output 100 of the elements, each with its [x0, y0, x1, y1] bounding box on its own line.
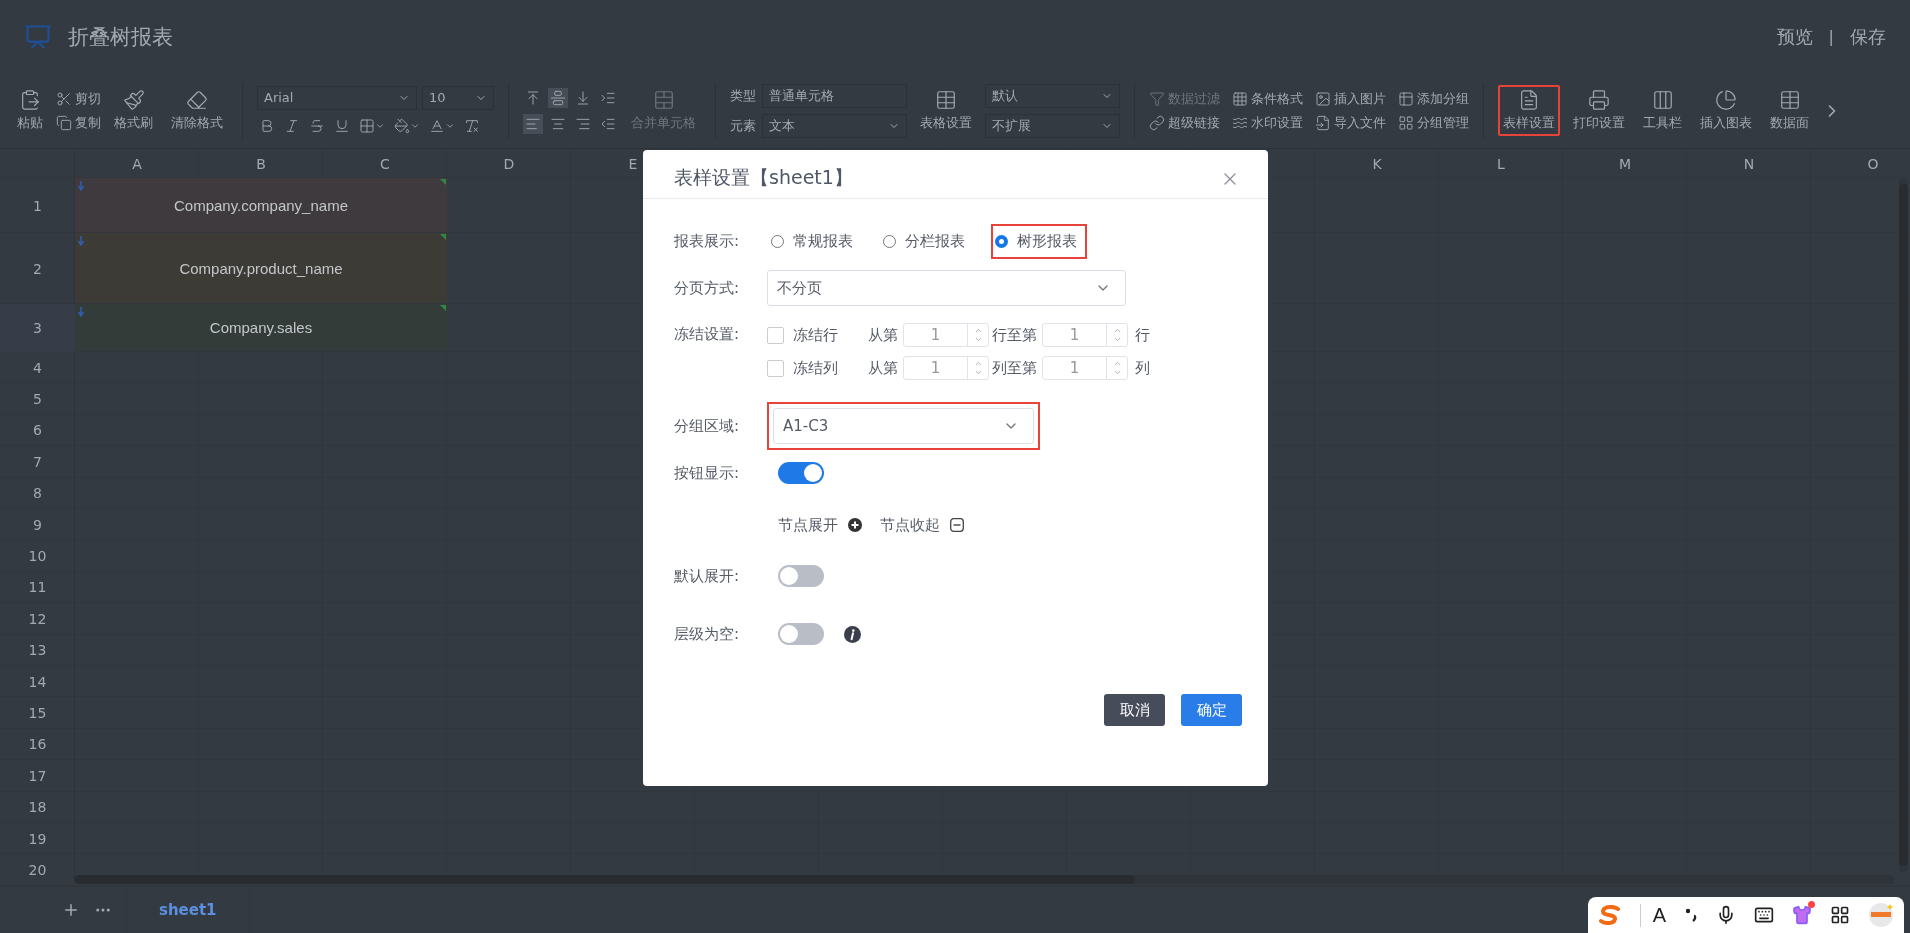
- number-field[interactable]: 1: [1042, 356, 1128, 380]
- row-header[interactable]: 19: [0, 822, 75, 855]
- paging-select[interactable]: 不分页: [767, 270, 1126, 306]
- format-painter-button[interactable]: 格式刷: [109, 85, 158, 136]
- column-header[interactable]: L: [1439, 149, 1563, 178]
- field-label: 列: [1135, 358, 1150, 378]
- grid-icon: [1232, 90, 1248, 107]
- link-icon: [1149, 114, 1165, 131]
- font-size-select[interactable]: 10: [422, 85, 494, 110]
- number-field[interactable]: 1: [903, 356, 989, 380]
- column-header[interactable]: M: [1563, 149, 1687, 178]
- keyboard-icon[interactable]: [1754, 905, 1774, 925]
- table-icon: [935, 89, 957, 111]
- s-logo-icon[interactable]: [1597, 905, 1622, 925]
- columns-icon: [1651, 89, 1674, 111]
- row-header[interactable]: 16: [0, 728, 75, 761]
- column-header[interactable]: N: [1687, 149, 1811, 178]
- file-import-tool-button[interactable]: 导入文件: [1315, 113, 1386, 132]
- row-header[interactable]: 11: [0, 571, 75, 604]
- add-icon[interactable]: [62, 901, 80, 919]
- minus-square-icon: [950, 518, 964, 532]
- grid-tool-button[interactable]: 分组管理: [1398, 113, 1469, 132]
- font-family-select[interactable]: Arial: [257, 85, 417, 110]
- paste-button[interactable]: 粘贴: [12, 85, 48, 136]
- row-header[interactable]: 6: [0, 414, 75, 447]
- group-area-select[interactable]: A1-C3: [773, 408, 1034, 444]
- column-header[interactable]: B: [199, 149, 323, 178]
- field-label: 从第: [868, 358, 898, 378]
- punctuation-icon[interactable]: [1684, 906, 1698, 924]
- checkbox[interactable]: [767, 359, 784, 377]
- column-header[interactable]: K: [1315, 149, 1439, 178]
- radio-option[interactable]: 树形报表: [991, 223, 1087, 259]
- image-tool-button[interactable]: 插入图片: [1315, 89, 1386, 108]
- radio-option[interactable]: 常规报表: [767, 223, 863, 259]
- clear-formatting-icon: [464, 117, 480, 134]
- row-header[interactable]: 1: [0, 178, 75, 233]
- pie-chart-button[interactable]: 插入图表: [1695, 85, 1757, 136]
- column-header[interactable]: C: [323, 149, 447, 178]
- corner-marker-icon: [440, 305, 446, 311]
- row-header[interactable]: 5: [0, 383, 75, 415]
- row-header[interactable]: 7: [0, 446, 75, 478]
- row-header[interactable]: 10: [0, 540, 75, 572]
- toggle-switch[interactable]: [778, 565, 824, 587]
- document-button[interactable]: 表样设置: [1498, 85, 1560, 136]
- expand-select[interactable]: 默认: [985, 83, 1120, 108]
- language-mode-toggle[interactable]: A: [1639, 903, 1666, 927]
- column-header[interactable]: O: [1811, 149, 1910, 178]
- checkbox-label: 冻结行: [793, 325, 839, 345]
- underline-icon: [334, 117, 350, 134]
- column-header[interactable]: A: [75, 149, 199, 178]
- row-header[interactable]: 17: [0, 760, 75, 792]
- row-header[interactable]: 3: [0, 304, 75, 352]
- info-icon: [844, 625, 861, 643]
- grid-tool-button[interactable]: 条件格式: [1232, 89, 1303, 108]
- table-icon: [1778, 89, 1801, 111]
- microphone-icon[interactable]: [1716, 905, 1736, 925]
- toggle-switch[interactable]: [778, 623, 824, 645]
- cell-type-select[interactable]: 普通单元格: [762, 83, 907, 108]
- field-label: 分页方式:: [674, 278, 741, 298]
- row-header[interactable]: 4: [0, 352, 75, 384]
- vertical-align-icon: [550, 89, 566, 106]
- link-tool-button[interactable]: 超级链接: [1149, 113, 1220, 132]
- text-align-button[interactable]: [523, 113, 543, 134]
- number-field[interactable]: 1: [1042, 323, 1128, 347]
- cancel-button[interactable]: 取消: [1104, 694, 1165, 726]
- cell-type-select[interactable]: 文本: [762, 113, 907, 138]
- row-header[interactable]: 18: [0, 791, 75, 823]
- row-header[interactable]: 13: [0, 634, 75, 666]
- toggle-switch[interactable]: [778, 462, 824, 484]
- row-header[interactable]: 14: [0, 665, 75, 698]
- apps-grid-icon[interactable]: [1830, 905, 1850, 925]
- table-settings-button[interactable]: 表格设置: [915, 85, 977, 136]
- confirm-button[interactable]: 确定: [1181, 694, 1242, 726]
- printer-button[interactable]: 打印设置: [1568, 85, 1630, 136]
- sheet-tab[interactable]: sheet1: [126, 887, 250, 933]
- row-header[interactable]: 20: [0, 854, 75, 886]
- column-header[interactable]: D: [447, 149, 571, 178]
- row-header[interactable]: 15: [0, 697, 75, 729]
- action-link[interactable]: 保存: [1850, 24, 1886, 49]
- row-header[interactable]: 8: [0, 477, 75, 509]
- table-tool-button[interactable]: 添加分组: [1398, 89, 1469, 108]
- waves-tool-button[interactable]: 水印设置: [1232, 113, 1303, 132]
- eraser-icon: [186, 89, 208, 111]
- clear-format-button[interactable]: 清除格式: [166, 85, 228, 136]
- action-link[interactable]: 预览: [1776, 24, 1813, 49]
- legend-label: 节点展开: [778, 515, 838, 535]
- row-header[interactable]: 12: [0, 603, 75, 635]
- expand-select[interactable]: 不扩展: [985, 113, 1120, 138]
- copy-button[interactable]: 复制: [56, 113, 101, 132]
- radio-option[interactable]: 分栏报表: [879, 223, 975, 259]
- table-button[interactable]: 数据面: [1765, 85, 1814, 136]
- number-field[interactable]: 1: [903, 323, 989, 347]
- columns-button[interactable]: 工具栏: [1638, 85, 1687, 136]
- row-header[interactable]: 9: [0, 508, 75, 541]
- filter-icon: [1149, 90, 1165, 107]
- row-header[interactable]: 2: [0, 233, 75, 304]
- checkbox[interactable]: [767, 326, 784, 344]
- cut-button[interactable]: 剪切: [56, 89, 101, 108]
- vertical-align-button[interactable]: [548, 87, 568, 108]
- avatar-icon[interactable]: [1868, 902, 1894, 928]
